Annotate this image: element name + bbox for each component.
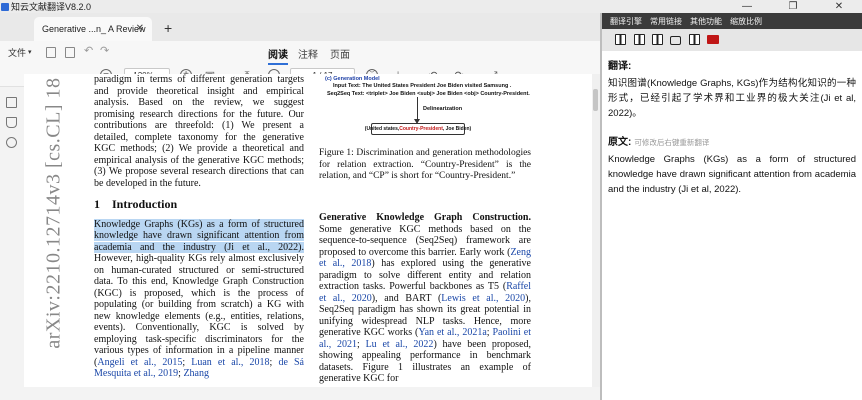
translation-menu-bar: 翻译引擎 常用链接 其他功能 缩放比例 bbox=[602, 13, 862, 29]
citation-link[interactable]: Zhang bbox=[183, 368, 209, 379]
left-column: paradigm in terms of different generatio… bbox=[94, 74, 304, 382]
app-window: 知云文献翻译V8.2.0 — ❐ ✕ Generative ...n_ A Re… bbox=[0, 0, 862, 400]
original-label: 原文: bbox=[608, 137, 632, 148]
document-tab[interactable]: Generative ...n_ A Review ✕ bbox=[34, 17, 152, 41]
open-folder-icon[interactable] bbox=[46, 47, 56, 58]
translation-label: 翻译: bbox=[608, 61, 632, 72]
menu-zoom-ratio[interactable]: 缩放比例 bbox=[730, 16, 762, 27]
translation-content: 翻译: 知识图谱(Knowledge Graphs, KGs)作为结构化知识的一… bbox=[608, 51, 856, 197]
citation-link[interactable]: Yan et al., 2021a bbox=[418, 327, 486, 338]
clipboard-icon[interactable] bbox=[689, 34, 700, 45]
figure-arrow bbox=[414, 97, 420, 124]
tab-read[interactable]: 阅读 bbox=[268, 46, 288, 65]
figure-output-box: (United states, Country-President, Joe B… bbox=[365, 123, 471, 135]
translation-toolbar bbox=[602, 29, 862, 51]
introduction-paragraph[interactable]: Knowledge Graphs (KGs) as a form of stru… bbox=[94, 218, 304, 380]
figure-input-text: Input Text: The United States President … bbox=[333, 83, 512, 89]
file-menu-chevron-icon[interactable]: ▾ bbox=[28, 48, 32, 56]
intro-body-text: However, high-quality KGs rely almost ex… bbox=[94, 253, 304, 368]
left-sidebar bbox=[0, 87, 24, 400]
selected-text[interactable]: Knowledge Graphs (KGs) as a form of stru… bbox=[94, 218, 304, 253]
redo-icon[interactable]: ↷ bbox=[100, 44, 109, 57]
citation-link[interactable]: Luan et al., 2018 bbox=[191, 357, 269, 368]
main-toolbar: 文件 ▾ ↶ ↷ 阅读 注释 页面 bbox=[0, 41, 600, 65]
intro-paragraph[interactable]: paradigm in terms of different generatio… bbox=[94, 74, 304, 189]
tab-annotate[interactable]: 注释 bbox=[298, 46, 318, 61]
generative-kgc-paragraph[interactable]: Generative Knowledge Graph Construction.… bbox=[319, 212, 531, 385]
citation-link[interactable]: Angeli et al., 2015 bbox=[97, 357, 182, 368]
figure-seq2seq-text: Seq2Seq Text: <triplet> Joe Biden <subj>… bbox=[327, 91, 530, 97]
tab-close-icon[interactable]: ✕ bbox=[136, 23, 144, 34]
original-hint: 可修改后右键重新翻译 bbox=[634, 138, 710, 147]
book-icon[interactable] bbox=[615, 34, 626, 45]
original-label-row: 原文: 可修改后右键重新翻译 bbox=[608, 133, 856, 148]
file-menu[interactable]: 文件 bbox=[8, 46, 26, 59]
figure-1: (c) Generation Model Input Text: The Uni… bbox=[319, 74, 531, 136]
thumbnails-icon[interactable] bbox=[6, 97, 17, 108]
menu-common-links[interactable]: 常用链接 bbox=[650, 16, 682, 27]
menu-other-functions[interactable]: 其他功能 bbox=[690, 16, 722, 27]
window-title: 知云文献翻译V8.2.0 bbox=[11, 2, 92, 12]
citation-link[interactable]: Lu et al., 2022 bbox=[366, 339, 434, 350]
pdf-scrollbar[interactable] bbox=[592, 74, 600, 387]
undo-icon[interactable]: ↶ bbox=[84, 44, 93, 57]
mail-icon[interactable] bbox=[707, 35, 719, 44]
right-column: Generative Knowledge Graph Construction.… bbox=[319, 212, 531, 387]
close-button[interactable]: ✕ bbox=[816, 0, 862, 13]
menu-translation-engine[interactable]: 翻译引擎 bbox=[610, 16, 642, 27]
book-copy-icon[interactable] bbox=[634, 34, 645, 45]
minimize-button[interactable]: — bbox=[724, 0, 770, 13]
pdf-page: arXiv:2210.12714v3 [cs.CL] 18 paradigm i… bbox=[24, 74, 592, 387]
citation-link[interactable]: Lewis et al., 2020 bbox=[441, 293, 525, 304]
new-tab-button[interactable]: + bbox=[164, 20, 172, 36]
translation-panel: 翻译引擎 常用链接 其他功能 缩放比例 翻译: 知识图谱(Knowledge G… bbox=[600, 13, 862, 400]
original-text[interactable]: Knowledge Graphs (KGs) as a form of stru… bbox=[608, 152, 856, 197]
tab-page[interactable]: 页面 bbox=[330, 46, 350, 61]
figure-panel-title: (c) Generation Model bbox=[325, 76, 380, 82]
restore-button[interactable]: ❐ bbox=[770, 0, 816, 13]
figure-caption: Figure 1: Discrimination and generation … bbox=[319, 148, 531, 181]
figure-delinearization-label: Delinearization bbox=[423, 106, 463, 112]
tab-label: Generative ...n_ A Review bbox=[42, 24, 146, 34]
scrollbar-thumb[interactable] bbox=[593, 89, 598, 111]
paragraph-heading: Generative Knowledge Graph Construction. bbox=[319, 212, 531, 223]
translation-text[interactable]: 知识图谱(Knowledge Graphs, KGs)作为结构化知识的一种形式，… bbox=[608, 76, 856, 121]
book-dark-icon[interactable] bbox=[652, 34, 663, 45]
lock-icon[interactable] bbox=[670, 36, 681, 45]
arxiv-stamp: arXiv:2210.12714v3 [cs.CL] 18 bbox=[42, 77, 65, 349]
tab-bar: Generative ...n_ A Review ✕ + bbox=[0, 13, 600, 41]
title-bar: 知云文献翻译V8.2.0 — ❐ ✕ bbox=[0, 0, 862, 13]
section-heading: 1 Introduction bbox=[94, 197, 304, 211]
bookmark-icon[interactable] bbox=[6, 117, 17, 128]
search-icon[interactable] bbox=[6, 137, 17, 148]
save-icon[interactable] bbox=[65, 47, 75, 58]
app-icon bbox=[1, 2, 9, 11]
section-title: Introduction bbox=[112, 197, 178, 211]
section-number: 1 bbox=[94, 197, 100, 211]
